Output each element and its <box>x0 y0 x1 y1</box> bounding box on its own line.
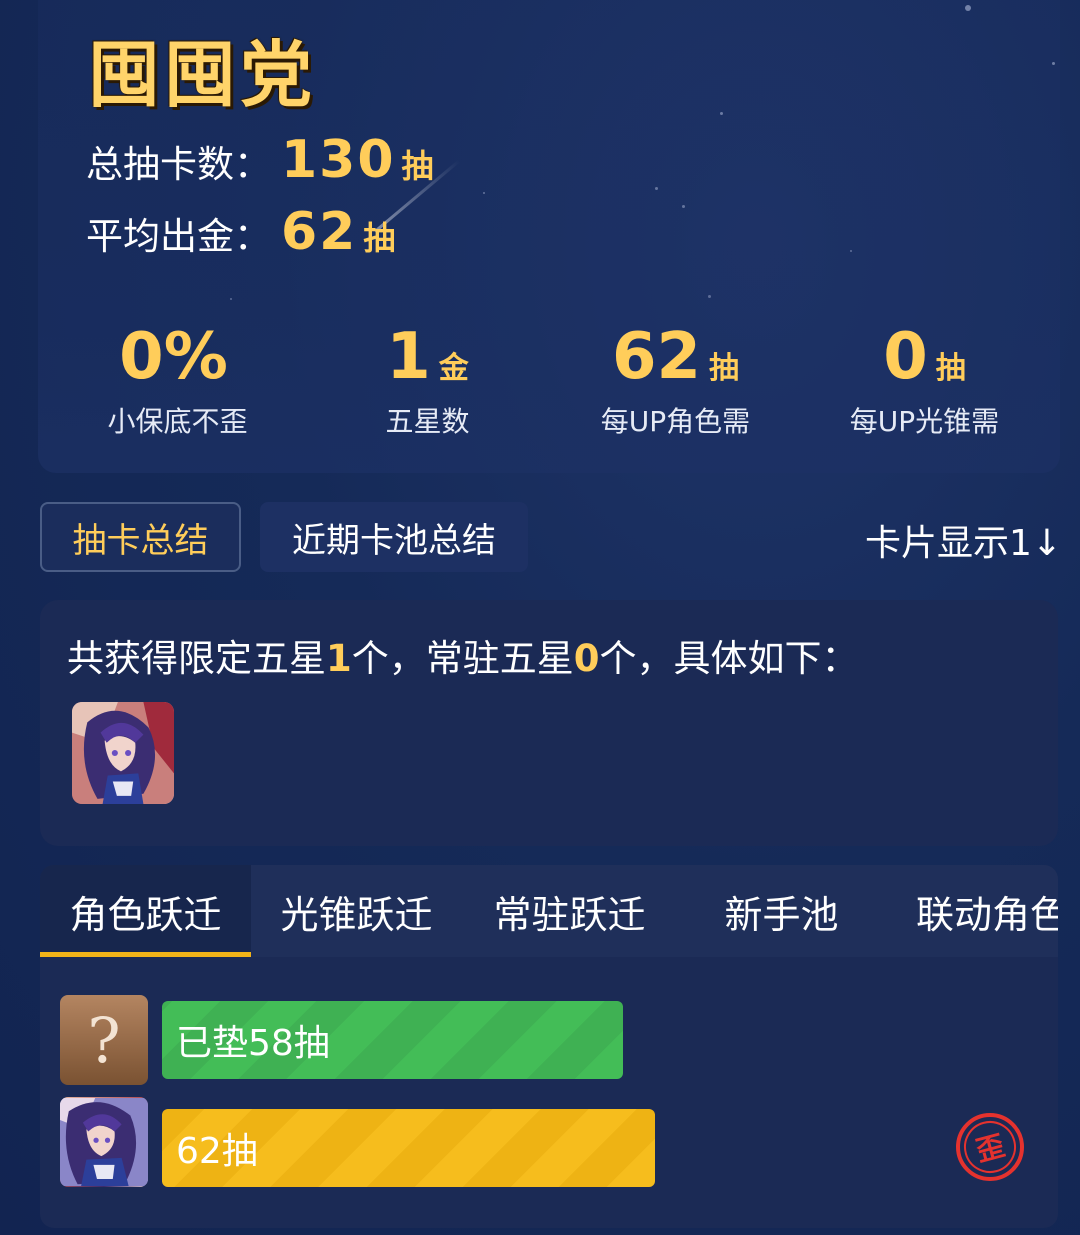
lost-5050-badge-text: 歪 <box>958 1115 1022 1179</box>
card-display-toggle[interactable]: 卡片显示1↓ <box>865 514 1060 566</box>
tab-pull-summary[interactable]: 抽卡总结 <box>40 502 241 572</box>
metric-value: 0% <box>119 320 228 394</box>
total-pulls-unit: 抽 <box>401 147 434 185</box>
character-avatar[interactable] <box>72 702 174 804</box>
tab-novice-pool[interactable]: 新手池 <box>676 865 887 957</box>
metric-unit: 抽 <box>709 351 740 386</box>
page-title: 囤囤党 <box>88 33 317 117</box>
pool-history-card: 角色跃迁 光锥跃迁 常驻跃迁 新手池 联动角色 ? 已垫58抽 62抽 歪 <box>40 865 1058 1228</box>
unknown-mark: ? <box>87 1003 121 1077</box>
five-star-summary-card: 共获得限定五星1个，常驻五星0个，具体如下： <box>40 600 1058 846</box>
metric-caption: 每UP角色需 <box>600 405 751 438</box>
limited-count: 1 <box>326 637 352 680</box>
metrics-row: 0% 小保底不歪 1金 五星数 62 抽 每UP角色需 0抽 每UP光锥需 <box>40 320 1060 440</box>
tab-character-warp[interactable]: 角色跃迁 <box>40 865 251 957</box>
metric-win-rate: 0% 小保底不歪 <box>50 320 305 440</box>
tab-recent-pool-summary[interactable]: 近期卡池总结 <box>260 502 528 572</box>
lost-5050-badge: 歪 <box>956 1113 1024 1181</box>
summary-text: 共获得限定五星1个，常驻五星0个，具体如下： <box>67 628 859 682</box>
avg-gold-label: 平均出金： <box>86 215 271 258</box>
summary-mid: 个，常驻五星 <box>351 637 574 680</box>
avg-gold-value: 62 <box>281 202 358 262</box>
metric-per-up-lightcone: 0抽 每UP光锥需 <box>797 320 1052 440</box>
tab-collab-character[interactable]: 联动角色 <box>916 865 1058 957</box>
pity-progress-bar: 已垫58抽 <box>162 1001 623 1079</box>
total-pulls-line: 总抽卡数： 130 抽 <box>86 130 434 190</box>
total-pulls-value: 130 <box>281 130 396 190</box>
metric-unit: 抽 <box>935 351 966 386</box>
avg-gold-unit: 抽 <box>363 219 396 257</box>
total-pulls-label: 总抽卡数： <box>86 143 271 186</box>
tab-standard-warp[interactable]: 常驻跃迁 <box>464 865 675 957</box>
character-avatar[interactable] <box>60 1097 148 1187</box>
five-star-pull-bar: 62抽 <box>162 1109 655 1187</box>
summary-prefix: 共获得限定五星 <box>67 637 326 680</box>
metric-per-up-character: 62 抽 每UP角色需 <box>548 320 803 440</box>
metric-caption: 每UP光锥需 <box>849 405 1000 438</box>
avg-gold-line: 平均出金： 62 抽 <box>86 202 395 262</box>
metric-unit: 金 <box>438 351 469 386</box>
character-portrait-icon <box>60 1098 148 1186</box>
pool-tab-bar: 角色跃迁 光锥跃迁 常驻跃迁 新手池 联动角色 <box>40 865 1058 957</box>
metric-caption: 小保底不歪 <box>107 405 248 438</box>
metric-five-star-count: 1金 五星数 <box>300 320 555 440</box>
metric-value: 62 <box>611 320 702 394</box>
standard-count: 0 <box>573 637 600 680</box>
metric-value: 0 <box>883 320 928 394</box>
character-portrait-icon <box>72 702 174 804</box>
tab-lightcone-warp[interactable]: 光锥跃迁 <box>251 865 462 957</box>
metric-caption: 五星数 <box>385 405 470 438</box>
metric-value: 1 <box>386 320 431 394</box>
unknown-icon: ? <box>60 995 148 1085</box>
summary-suffix: 个，具体如下： <box>599 637 859 680</box>
